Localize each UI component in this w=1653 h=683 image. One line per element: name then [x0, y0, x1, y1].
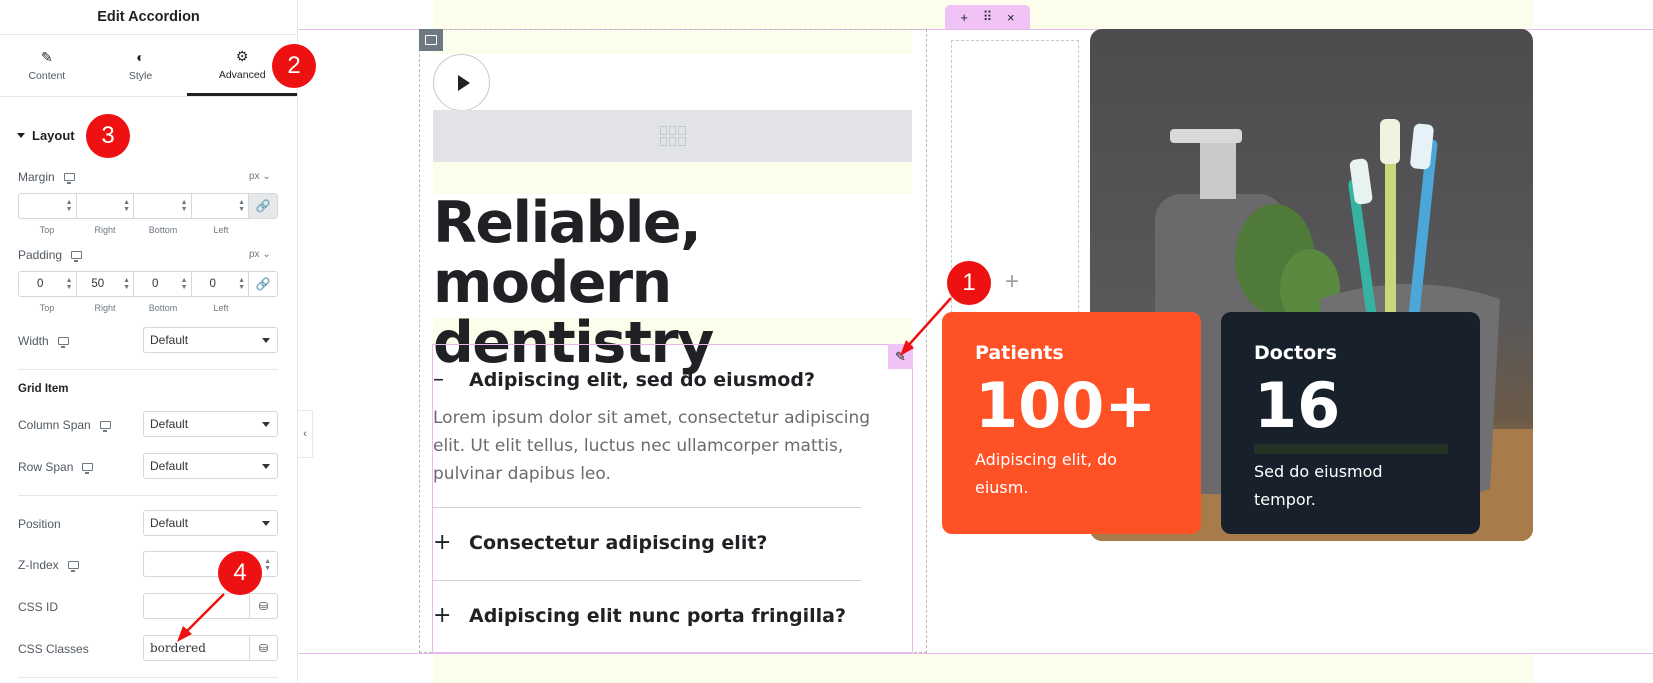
- callout-2: 2: [272, 44, 316, 88]
- callout-1: 1: [947, 261, 991, 305]
- callout-4: 4: [218, 551, 262, 595]
- callout-3: 3: [86, 114, 130, 158]
